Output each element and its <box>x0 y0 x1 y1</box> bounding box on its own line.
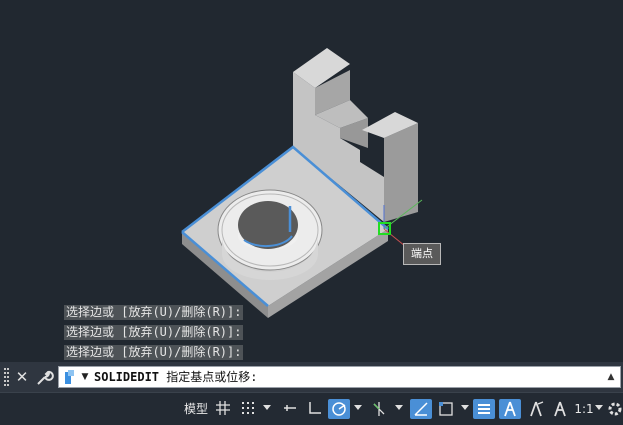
snap-tooltip: 端点 <box>403 243 441 265</box>
command-prompt: 指定基点或位移: <box>166 370 258 384</box>
chevron-down-icon[interactable] <box>263 405 271 410</box>
annotation-icon[interactable] <box>499 399 521 419</box>
command-history-line: 选择边或 [放弃(U)/删除(R)]: <box>64 325 244 340</box>
wrench-icon[interactable] <box>34 367 54 387</box>
selection-cycling-icon[interactable] <box>549 399 571 419</box>
chevron-down-icon[interactable] <box>395 405 403 410</box>
auto-scale-icon[interactable] <box>525 399 547 419</box>
isodraft-icon[interactable] <box>368 399 390 419</box>
status-bar: 模型 1:1 <box>0 392 623 425</box>
model-space-button[interactable]: 模型 <box>182 399 210 419</box>
close-icon[interactable]: ✕ <box>14 367 30 387</box>
command-history-line: 选择边或 [放弃(U)/删除(R)]: <box>64 305 244 320</box>
chevron-down-icon[interactable] <box>354 405 362 410</box>
infer-constraints-icon[interactable] <box>280 399 300 419</box>
lineweight-icon[interactable] <box>473 399 495 419</box>
chevron-up-icon[interactable]: ▲ <box>605 369 617 385</box>
dynamic-ucs-icon[interactable] <box>435 399 457 419</box>
polar-icon[interactable] <box>328 399 350 419</box>
annotation-scale-button[interactable]: 1:1 <box>574 399 594 419</box>
grip-icon[interactable] <box>4 368 10 386</box>
snap-icon[interactable] <box>238 399 258 419</box>
grid-icon[interactable] <box>214 399 232 419</box>
gear-icon[interactable] <box>607 399 623 419</box>
ortho-icon[interactable] <box>305 399 325 419</box>
chevron-down-icon[interactable]: ▼ <box>79 370 91 385</box>
command-history-line: 选择边或 [放弃(U)/删除(R)]: <box>64 345 244 360</box>
command-line-bar: ✕ ▼ SOLIDEDIT 指定基点或位移: ▲ <box>0 362 623 392</box>
chevron-down-icon[interactable] <box>595 405 603 410</box>
command-icon[interactable] <box>63 370 77 385</box>
command-name: SOLIDEDIT <box>94 370 160 384</box>
command-input[interactable]: ▼ SOLIDEDIT 指定基点或位移: ▲ <box>58 366 621 388</box>
drawing-viewport[interactable]: 端点 选择边或 [放弃(U)/删除(R)]: 选择边或 [放弃(U)/删除(R)… <box>0 0 623 362</box>
osnap-icon[interactable] <box>410 399 432 419</box>
chevron-down-icon[interactable] <box>461 405 469 410</box>
